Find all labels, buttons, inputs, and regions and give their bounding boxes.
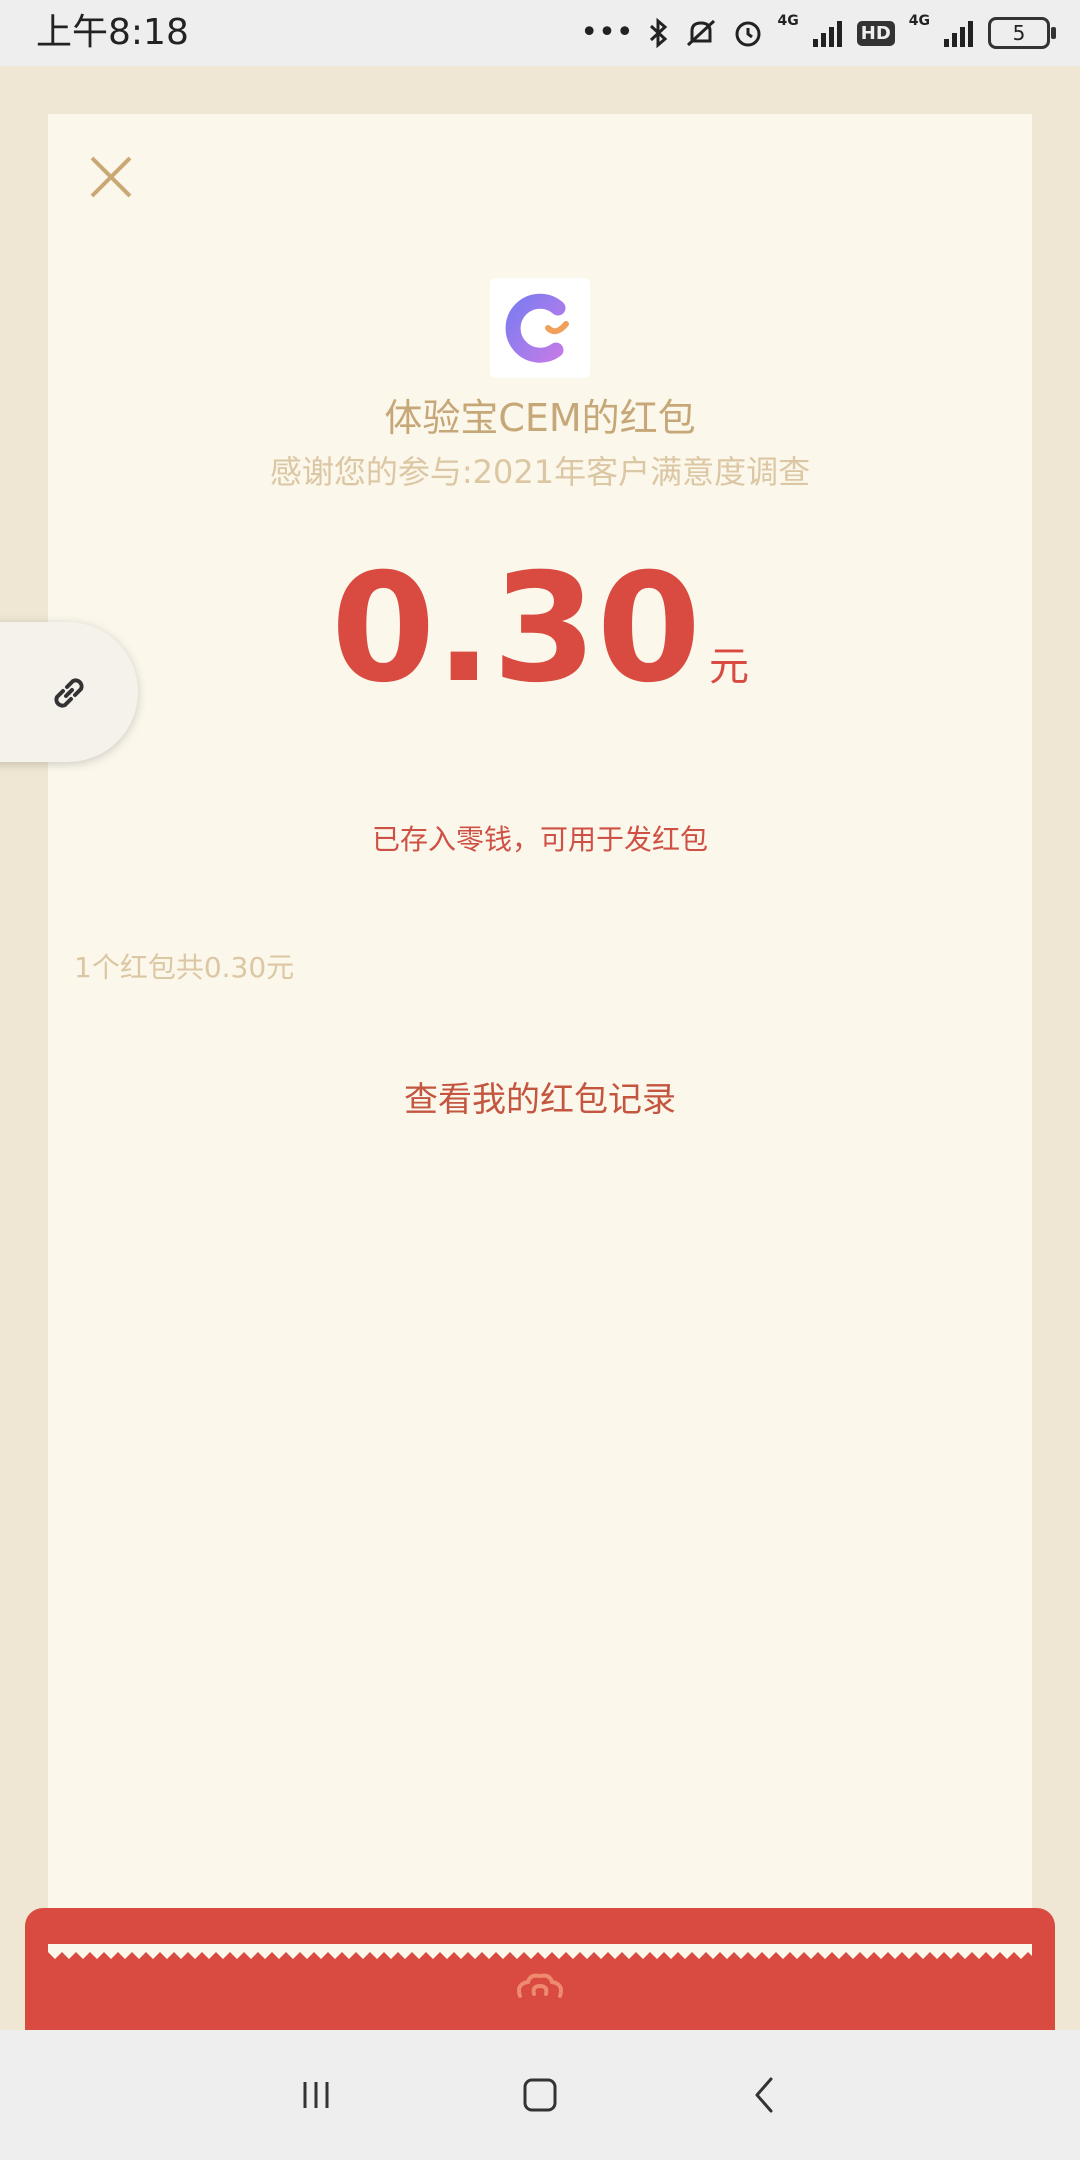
alarm-icon <box>735 21 761 47</box>
sender-avatar <box>490 278 590 378</box>
bluetooth-icon <box>649 17 667 49</box>
floating-link-button[interactable] <box>0 622 138 762</box>
envelope-red-band <box>25 1908 1055 2030</box>
sender-title: 体验宝CEM的红包 <box>384 396 696 440</box>
amount-unit: 元 <box>709 644 750 690</box>
mute-icon <box>686 19 715 47</box>
link-icon <box>54 678 84 708</box>
nav-back-button[interactable] <box>704 2030 824 2160</box>
nav-recent-button[interactable] <box>256 2030 376 2160</box>
zigzag-edge <box>48 1944 1032 1959</box>
cem-logo-icon <box>505 293 569 363</box>
network-label-1: 4G <box>777 13 799 29</box>
network-label-2: 4G <box>908 13 930 29</box>
auspicious-cloud-icon <box>517 1973 563 1998</box>
system-nav-bar <box>0 2030 1080 2160</box>
stored-note: 已存入零钱，可用于发红包 <box>371 823 708 856</box>
more-dots: ••• <box>580 15 634 50</box>
status-time: 上午8:18 <box>36 12 189 53</box>
nav-home-button[interactable] <box>480 2030 600 2160</box>
amount-value: 0.30 <box>330 542 702 716</box>
status-icons: ••• 4G HD 4G 5 <box>580 10 1056 56</box>
amount-display: 0.30 元 <box>48 544 1032 714</box>
home-icon <box>523 2078 557 2112</box>
hd-badge: HD <box>856 20 895 46</box>
back-icon <box>755 2077 773 2113</box>
view-records-link[interactable]: 查看我的红包记录 <box>48 1076 1032 1124</box>
red-envelope-sheet: 体验宝CEM的红包 感谢您的参与:2021年客户满意度调查 0.30 元 已存入零… <box>48 114 1032 1964</box>
recent-apps-icon <box>303 2082 329 2108</box>
battery-icon: 5 <box>988 17 1056 49</box>
envelope-summary: 1个红包共0.30元 <box>74 951 295 984</box>
signal-icon-1 <box>812 21 842 47</box>
envelope-subtitle: 感谢您的参与:2021年客户满意度调查 <box>269 453 811 491</box>
close-icon[interactable] <box>84 150 138 204</box>
signal-icon-2 <box>944 21 973 47</box>
status-bar: 上午8:18 ••• 4G HD 4G 5 <box>0 0 1080 66</box>
